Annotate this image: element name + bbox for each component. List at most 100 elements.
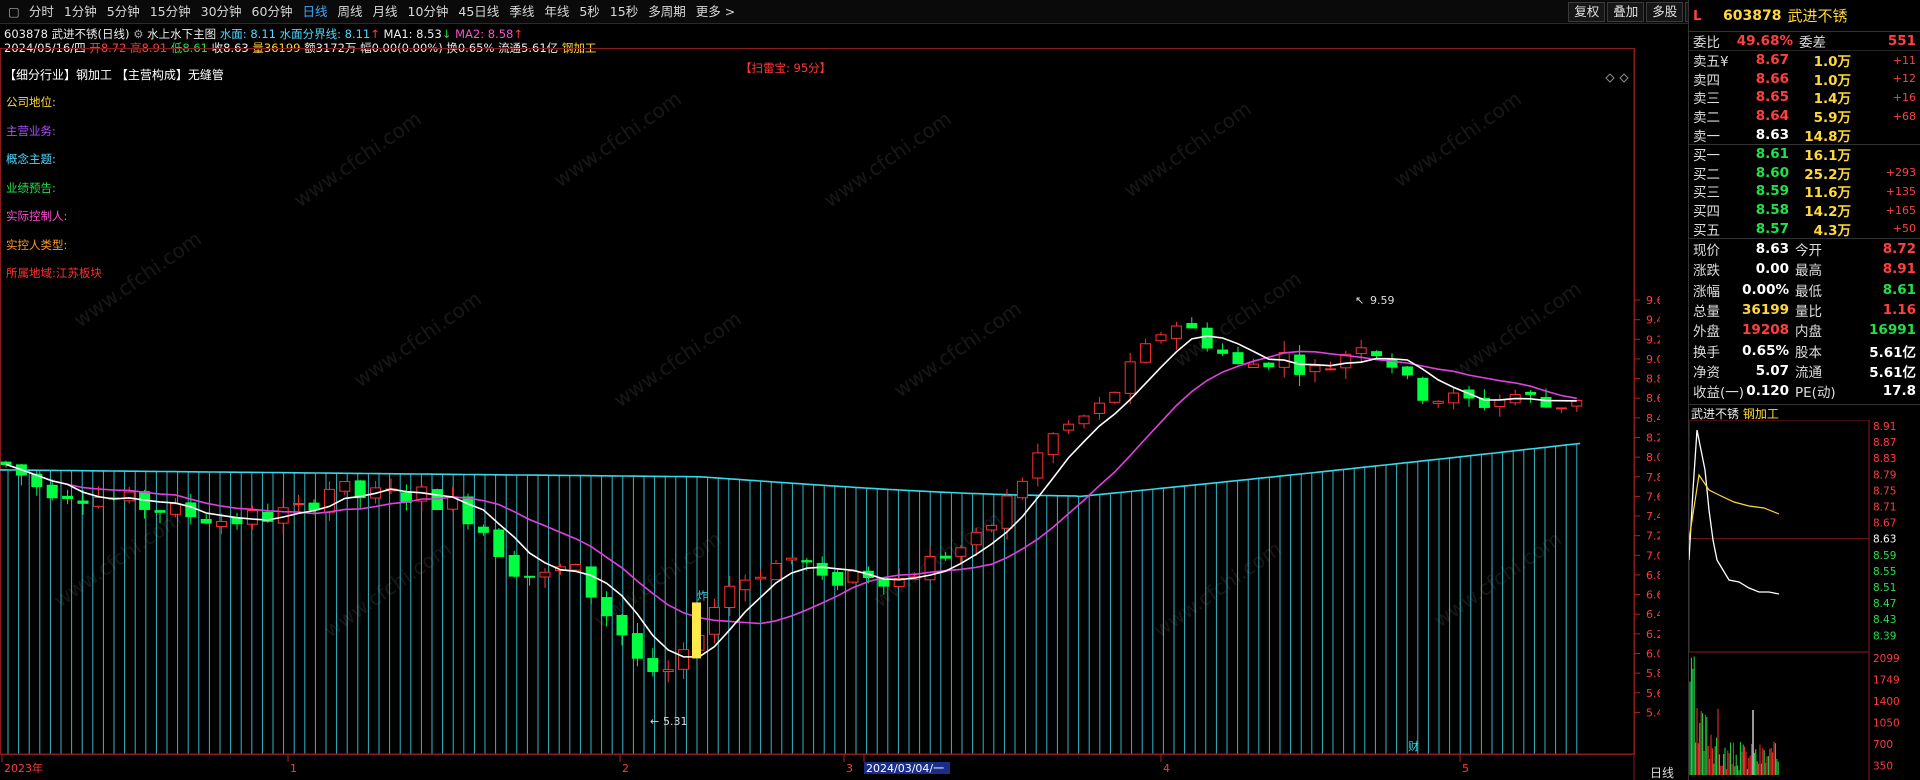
candle-up[interactable] (1324, 368, 1336, 371)
candle-up[interactable] (955, 547, 967, 557)
candle-up[interactable] (246, 509, 258, 525)
candle-up[interactable] (847, 570, 859, 583)
candle-up[interactable] (1432, 400, 1444, 404)
period-tab[interactable]: 季线 (504, 0, 539, 24)
candle-down[interactable] (647, 658, 659, 672)
diamond-icon[interactable] (1605, 73, 1615, 83)
candle-down[interactable] (585, 566, 597, 598)
candle-down[interactable] (154, 510, 166, 513)
candle-up[interactable] (539, 571, 551, 578)
candle-up[interactable] (92, 496, 104, 507)
candle-up[interactable] (785, 557, 797, 561)
period-tab[interactable]: 15秒 (605, 0, 643, 24)
candle-down[interactable] (508, 555, 520, 577)
candle-down[interactable] (816, 562, 828, 576)
template-name[interactable]: 水上水下主图 (147, 27, 216, 41)
candle-up[interactable] (1001, 495, 1013, 529)
candle-up[interactable] (986, 524, 998, 531)
candle-up[interactable] (1124, 361, 1136, 394)
candle-down[interactable] (1525, 391, 1537, 395)
candle-down[interactable] (1401, 366, 1413, 376)
candle-up[interactable] (678, 649, 690, 670)
scan-score-badge[interactable]: 【扫雷宝: 95分】 (740, 60, 831, 76)
period-tab[interactable]: 年线 (539, 0, 574, 24)
candle-up[interactable] (1109, 391, 1121, 403)
candle-up[interactable] (1140, 343, 1152, 363)
candle-up[interactable] (1155, 334, 1167, 342)
tool-button[interactable]: 复权 (1568, 2, 1606, 22)
candle-down[interactable] (0, 461, 12, 465)
period-tab[interactable]: 60分钟 (247, 0, 298, 24)
candle-up[interactable] (570, 563, 582, 571)
candle-up[interactable] (1555, 407, 1567, 410)
period-tab[interactable]: 更多 > (691, 0, 740, 24)
candle-up[interactable] (1016, 480, 1028, 499)
candle-up[interactable] (339, 481, 351, 492)
candle-down[interactable] (1417, 377, 1429, 401)
candle-down[interactable] (493, 529, 505, 557)
candle-up[interactable] (739, 579, 751, 591)
candle-down[interactable] (77, 500, 89, 504)
period-tab[interactable]: 10分钟 (403, 0, 454, 24)
candle-up[interactable] (755, 576, 767, 580)
candle-down[interactable] (801, 560, 813, 563)
candle-up[interactable] (662, 669, 674, 673)
candle-down[interactable] (524, 575, 536, 578)
candle-up[interactable] (169, 503, 181, 515)
candle-up[interactable] (323, 488, 335, 513)
tool-button[interactable]: 多股 (1646, 2, 1684, 22)
candle-up[interactable] (1032, 452, 1044, 479)
period-tab[interactable]: 5秒 (574, 0, 604, 24)
period-tab[interactable]: 45日线 (453, 0, 504, 24)
candle-up[interactable] (216, 520, 228, 528)
period-tab[interactable]: 5分钟 (102, 0, 145, 24)
period-tab[interactable]: 30分钟 (196, 0, 247, 24)
candle-down[interactable] (939, 555, 951, 559)
gear-icon[interactable]: ⚙ (133, 27, 143, 41)
intraday-mini-chart[interactable]: 8.91 8.87 8.83 8.79 8.75 8.71 8.67 8.63 8.59 8.55… (1689, 420, 1920, 780)
period-tab[interactable]: 15分钟 (145, 0, 196, 24)
candle-down[interactable] (1217, 349, 1229, 354)
candle-down[interactable] (832, 572, 844, 586)
period-tab[interactable]: 月线 (367, 0, 402, 24)
candle-down[interactable] (1263, 362, 1275, 368)
candle-up[interactable] (1078, 415, 1090, 425)
candle-down[interactable] (46, 484, 58, 499)
candle-up[interactable] (1355, 347, 1367, 355)
candle-up[interactable] (293, 503, 305, 506)
diamond-icon[interactable] (1619, 73, 1629, 83)
candle-up[interactable] (1170, 325, 1182, 339)
period-tab[interactable]: 多周期 (643, 0, 691, 24)
candle-down[interactable] (477, 526, 489, 533)
candle-down[interactable] (62, 495, 74, 499)
period-tab[interactable]: 周线 (332, 0, 367, 24)
candle-up[interactable] (123, 491, 135, 502)
candle-down[interactable] (631, 633, 643, 659)
candle-up[interactable] (1093, 402, 1105, 414)
candle-up[interactable] (724, 585, 736, 609)
candle-down[interactable] (616, 614, 628, 636)
candle-down[interactable] (200, 519, 212, 524)
candle-up[interactable] (1448, 392, 1460, 404)
candle-down[interactable] (1186, 323, 1198, 329)
tool-button[interactable]: 叠加 (1607, 2, 1645, 22)
candle-down[interactable] (1540, 396, 1552, 408)
square-icon[interactable]: ▢ (4, 0, 24, 24)
candle-up[interactable] (970, 531, 982, 546)
candle-up[interactable] (1494, 399, 1506, 408)
period-tab[interactable]: 1分钟 (59, 0, 102, 24)
period-tab[interactable]: 分时 (24, 0, 59, 24)
candle-up[interactable] (1063, 423, 1075, 431)
candle-down[interactable] (601, 597, 613, 617)
candle-down[interactable] (462, 496, 474, 525)
candle-down[interactable] (1232, 352, 1244, 365)
candle-down[interactable] (1371, 351, 1383, 357)
candle-up[interactable] (770, 563, 782, 581)
period-tab[interactable]: 日线 (297, 0, 332, 24)
candle-up[interactable] (1309, 365, 1321, 373)
period-footer[interactable]: 日线 (1650, 764, 1674, 780)
candle-up[interactable] (1247, 363, 1259, 369)
candle-up[interactable] (1047, 433, 1059, 456)
kline-chart[interactable]: 9.60 9.40 9.20 9.00 8.80 8.60 8.40 8.20 8.00 7.80… (0, 48, 1660, 780)
candle-down[interactable] (1201, 327, 1213, 349)
